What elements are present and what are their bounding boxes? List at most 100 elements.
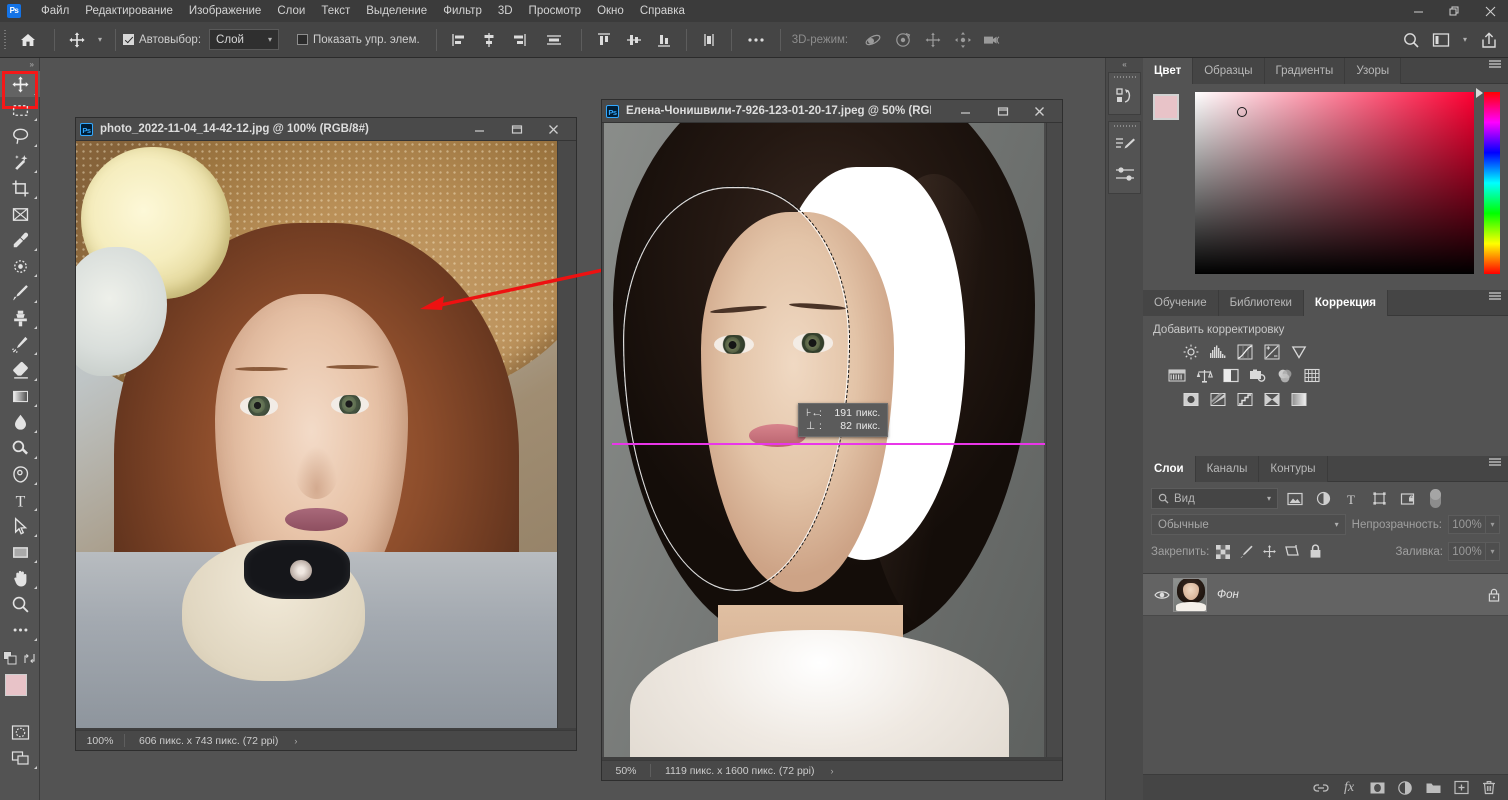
opacity-chevron-down-icon[interactable]: ▾ <box>1486 515 1500 534</box>
rectangular-marquee-tool[interactable] <box>0 97 40 123</box>
filter-enable-toggle[interactable] <box>1430 489 1441 508</box>
distribute-vertical-icon[interactable] <box>694 27 724 53</box>
vibrance-icon[interactable] <box>1289 342 1309 361</box>
move-tool-icon[interactable] <box>62 27 92 53</box>
color-picker-field[interactable] <box>1195 92 1474 274</box>
path-selection-tool[interactable] <box>0 513 40 539</box>
document-1-minimize-button[interactable] <box>461 118 498 141</box>
document-1-vertical-scrollbar[interactable] <box>557 141 576 728</box>
lasso-tool[interactable] <box>0 123 40 149</box>
document-2-title-bar[interactable]: Ps Елена-Чонишвили-7-926-123-01-20-17.jp… <box>602 100 1062 123</box>
eye-icon[interactable] <box>1151 589 1173 601</box>
new-group-icon[interactable] <box>1420 777 1446 799</box>
link-layers-icon[interactable] <box>1308 777 1334 799</box>
panel-menu-icon[interactable] <box>1488 290 1502 316</box>
hue-saturation-icon[interactable] <box>1167 366 1187 385</box>
menu-item-select[interactable]: Выделение <box>358 0 435 22</box>
menu-item-help[interactable]: Справка <box>632 0 693 22</box>
expand-panels-icon[interactable]: « <box>1106 58 1143 72</box>
document-1-status-expand-arrow[interactable]: › <box>278 736 297 746</box>
eyedropper-tool[interactable] <box>0 227 40 253</box>
window-restore-button[interactable] <box>1436 0 1472 22</box>
color-lookup-icon[interactable] <box>1302 366 1322 385</box>
fill-chevron-down-icon[interactable]: ▾ <box>1486 542 1500 561</box>
workspace-chevron-down-icon[interactable]: ▾ <box>1456 27 1474 53</box>
hand-tool[interactable] <box>0 565 40 591</box>
rail-grip[interactable] <box>1109 122 1140 130</box>
more-options-icon[interactable] <box>739 27 773 53</box>
crop-tool[interactable] <box>0 175 40 201</box>
levels-icon[interactable] <box>1208 342 1228 361</box>
edit-toolbar-ellipsis-icon[interactable] <box>0 617 40 643</box>
document-2-canvas[interactable] <box>602 123 1062 757</box>
fill-value[interactable]: 100% <box>1448 542 1486 561</box>
show-controls-checkbox[interactable] <box>297 34 309 45</box>
filter-smart-object-icon[interactable] <box>1396 488 1418 509</box>
filter-pixel-icon[interactable] <box>1284 488 1306 509</box>
type-tool[interactable]: T <box>0 487 40 513</box>
selective-color-icon[interactable] <box>1289 390 1309 409</box>
document-1-canvas[interactable] <box>76 141 576 728</box>
tab-channels[interactable]: Каналы <box>1195 456 1260 482</box>
rectangle-tool[interactable] <box>0 539 40 565</box>
curves-icon[interactable] <box>1235 342 1255 361</box>
lock-transparency-icon[interactable] <box>1214 543 1232 561</box>
autoselect-scope-select[interactable]: Слой ▾ <box>209 29 280 50</box>
menu-item-window[interactable]: Окно <box>589 0 632 22</box>
align-vertical-centers-icon[interactable] <box>619 27 649 53</box>
document-2-close-button[interactable] <box>1021 100 1058 123</box>
lock-artboard-icon[interactable] <box>1283 543 1301 561</box>
delete-layer-icon[interactable] <box>1476 777 1502 799</box>
tab-swatches[interactable]: Образцы <box>1193 58 1265 84</box>
clone-stamp-tool[interactable] <box>0 305 40 331</box>
home-icon[interactable] <box>9 27 47 53</box>
align-top-edges-icon[interactable] <box>589 27 619 53</box>
zoom-tool[interactable] <box>0 591 40 617</box>
layer-thumbnail[interactable] <box>1173 577 1207 612</box>
panel-menu-icon[interactable] <box>1488 58 1502 84</box>
align-left-edges-icon[interactable] <box>444 27 474 53</box>
panel-menu-icon[interactable] <box>1488 456 1502 482</box>
tab-gradients[interactable]: Градиенты <box>1264 58 1346 84</box>
tool-preset-chevron-down-icon[interactable]: ▾ <box>92 27 108 53</box>
invert-icon[interactable] <box>1181 390 1201 409</box>
options-bar-grip[interactable] <box>0 22 9 58</box>
tab-libraries[interactable]: Библиотеки <box>1218 290 1304 316</box>
menu-item-layers[interactable]: Слои <box>269 0 313 22</box>
blur-tool[interactable] <box>0 409 40 435</box>
brush-tool[interactable] <box>0 279 40 305</box>
channel-mixer-icon[interactable] <box>1275 366 1295 385</box>
menu-item-filter[interactable]: Фильтр <box>435 0 490 22</box>
document-1-restore-button[interactable] <box>498 118 535 141</box>
document-1-zoom-level[interactable]: 100% <box>76 735 124 747</box>
layer-filter-select[interactable]: Вид ▾ <box>1151 488 1278 509</box>
add-layer-mask-icon[interactable] <box>1364 777 1390 799</box>
hue-slider[interactable] <box>1476 88 1500 274</box>
brightness-contrast-icon[interactable] <box>1181 342 1201 361</box>
history-actions-icon[interactable] <box>1109 81 1140 111</box>
roll-3d-icon[interactable] <box>888 27 918 53</box>
menu-item-view[interactable]: Просмотр <box>521 0 590 22</box>
screen-mode-icon[interactable] <box>0 745 40 771</box>
black-white-icon[interactable] <box>1221 366 1241 385</box>
document-2-vertical-scrollbar[interactable] <box>1046 123 1062 757</box>
tab-color[interactable]: Цвет <box>1143 58 1194 84</box>
lock-position-icon[interactable] <box>1260 543 1278 561</box>
autoselect-checkbox[interactable] <box>123 34 134 45</box>
color-balance-icon[interactable] <box>1194 366 1214 385</box>
tab-learn[interactable]: Обучение <box>1143 290 1219 316</box>
collapse-panel-icon[interactable]: » <box>0 58 39 71</box>
tab-adjustments[interactable]: Коррекция <box>1303 290 1388 316</box>
quick-mask-icon[interactable] <box>0 719 40 745</box>
document-2-zoom-level[interactable]: 50% <box>602 765 650 777</box>
color-panel-foreground-swatch[interactable] <box>1153 94 1179 120</box>
search-icon[interactable] <box>1396 27 1426 53</box>
opacity-value[interactable]: 100% <box>1448 515 1486 534</box>
frame-tool[interactable] <box>0 201 40 227</box>
spot-healing-brush-tool[interactable] <box>0 253 40 279</box>
filter-type-icon[interactable]: T <box>1340 488 1362 509</box>
document-1-close-button[interactable] <box>535 118 572 141</box>
new-layer-icon[interactable] <box>1448 777 1474 799</box>
history-brush-tool[interactable] <box>0 331 40 357</box>
align-right-edges-icon[interactable] <box>504 27 534 53</box>
